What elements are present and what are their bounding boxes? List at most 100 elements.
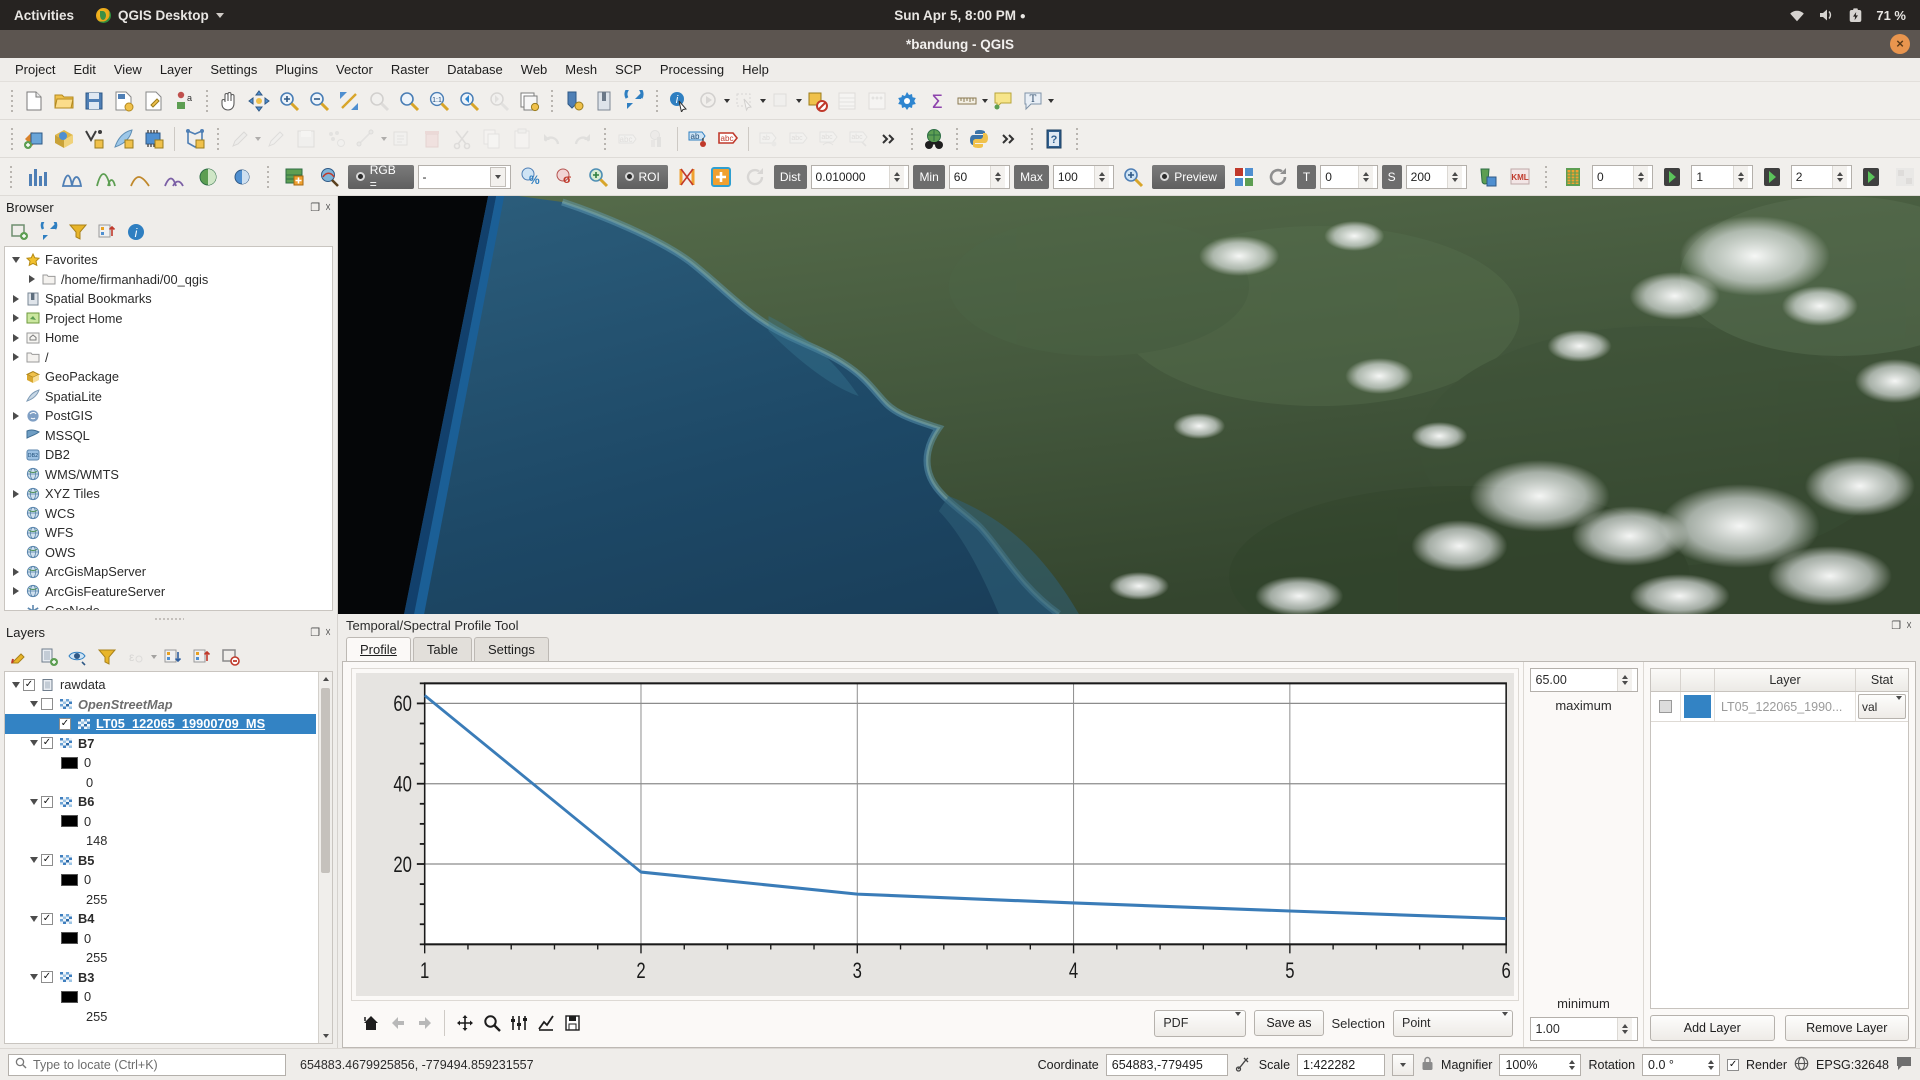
menu-item-raster[interactable]: Raster <box>382 60 438 79</box>
menu-item-vector[interactable]: Vector <box>327 60 382 79</box>
toolbar-overflow-icon[interactable] <box>994 124 1024 154</box>
select-value-icon[interactable] <box>802 86 832 116</box>
histogram-stretch-2-icon[interactable] <box>57 162 87 192</box>
expander-expand-icon[interactable] <box>9 353 23 362</box>
layer-item-b5[interactable]: ✓ B5 <box>5 851 316 871</box>
expander-expand-icon[interactable] <box>9 567 23 576</box>
style-manager-icon[interactable]: a <box>169 86 199 116</box>
expander-collapse-icon[interactable] <box>27 740 41 747</box>
browser-item-geopackage[interactable]: GeoPackage <box>5 367 332 387</box>
expander-expand-icon[interactable] <box>9 411 23 420</box>
browser-item-wcs[interactable]: WCS <box>5 504 332 524</box>
configure-subplots-icon[interactable] <box>505 1010 532 1036</box>
scp-reload-icon[interactable] <box>1263 162 1293 192</box>
layers-tree[interactable]: ✓ rawdata OpenStreetMap ✓ LT05_122065_199007… <box>4 671 333 1044</box>
scp-zoom-roi-icon[interactable] <box>583 162 613 192</box>
max-spinbox[interactable]: 100 <box>1052 164 1115 189</box>
tab-settings[interactable]: Settings <box>473 637 549 661</box>
crs-globe-icon[interactable] <box>1794 1056 1809 1074</box>
run-feature-action-icon[interactable] <box>694 86 724 116</box>
scp-spectral-signature-icon[interactable] <box>314 162 344 192</box>
transparency-spinbox[interactable]: 0 <box>1320 164 1378 189</box>
lock-icon[interactable] <box>1421 1056 1434 1074</box>
band-next-1-icon[interactable] <box>1657 162 1687 192</box>
browser-item-spatialite[interactable]: SpatiaLite <box>5 387 332 407</box>
menu-item-processing[interactable]: Processing <box>651 60 733 79</box>
toolbar-handle[interactable] <box>1027 125 1036 152</box>
layer-visibility-checkbox[interactable]: ✓ <box>41 854 53 867</box>
chevron-down-icon[interactable] <box>1488 1012 1508 1030</box>
layer-visibility-checkbox[interactable]: ✓ <box>41 795 53 808</box>
scp-band-grid-icon[interactable] <box>1558 162 1588 192</box>
close-icon[interactable]: ☓ <box>1906 619 1912 632</box>
scrollbar-thumb[interactable] <box>321 688 330 873</box>
layer-item-rawdata[interactable]: ✓ rawdata <box>5 675 316 695</box>
toolbar-handle[interactable] <box>907 125 916 152</box>
band-spinbox-1[interactable]: 0 <box>1591 164 1654 189</box>
expander-collapse-icon[interactable] <box>9 681 23 688</box>
zoom-rect-icon[interactable] <box>478 1010 505 1036</box>
map-canvas[interactable] <box>338 196 1920 614</box>
zoom-to-selection-icon[interactable] <box>364 86 394 116</box>
edit-pencil-icon[interactable] <box>261 124 291 154</box>
layer-visibility-checkbox[interactable]: ✓ <box>41 912 53 925</box>
toggle-editing-icon[interactable] <box>225 124 255 154</box>
expander-expand-icon[interactable] <box>25 275 39 284</box>
browser-item-spatial-bookmarks[interactable]: Spatial Bookmarks <box>5 289 332 309</box>
scale-field[interactable]: 1:422282 <box>1297 1053 1386 1076</box>
add-raster-layer-icon[interactable] <box>49 124 79 154</box>
map-tips-icon[interactable] <box>559 86 589 116</box>
browser-item-home[interactable]: Home <box>5 328 332 348</box>
browser-item-home-firmanhadi-00-qgis[interactable]: /home/firmanhadi/00_qgis <box>5 270 332 290</box>
layer-item-0[interactable]: 0 <box>5 987 316 1007</box>
menu-item-plugins[interactable]: Plugins <box>266 60 327 79</box>
refresh-icon[interactable] <box>619 86 649 116</box>
save-as-button[interactable]: Save as <box>1254 1010 1324 1036</box>
layer-visibility-checkbox[interactable]: ✓ <box>59 717 71 730</box>
browser-item-project-home[interactable]: Project Home <box>5 309 332 329</box>
layer-item-0[interactable]: 0 <box>5 753 316 773</box>
zoom-last-icon[interactable] <box>454 86 484 116</box>
export-format-combo[interactable]: PDF <box>1154 1009 1247 1037</box>
browser-item-mssql[interactable]: MSSQL <box>5 426 332 446</box>
show-hide-labels-icon[interactable]: abc <box>814 124 844 154</box>
menu-item-edit[interactable]: Edit <box>64 60 104 79</box>
layer-item-148[interactable]: 148 <box>5 831 316 851</box>
toolbar-handle[interactable] <box>213 125 222 152</box>
spinner-arrows[interactable] <box>1616 1018 1632 1040</box>
close-icon[interactable]: × <box>1890 34 1910 54</box>
spinner-arrows[interactable] <box>1357 165 1373 188</box>
collapse-all-icon[interactable] <box>188 645 215 670</box>
scp-percent-icon[interactable]: % <box>515 162 545 192</box>
row-stat-cell[interactable]: val <box>1856 692 1908 721</box>
python-console-icon[interactable] <box>964 124 994 154</box>
zoom-out-icon[interactable] <box>304 86 334 116</box>
save-layer-edits-icon[interactable] <box>291 124 321 154</box>
new-map-view-icon[interactable] <box>514 86 544 116</box>
add-selected-layers-icon[interactable] <box>6 220 33 245</box>
new-project-icon[interactable] <box>19 86 49 116</box>
spinner-arrows[interactable] <box>1447 165 1463 188</box>
layer-item-255[interactable]: 255 <box>5 1007 316 1027</box>
layer-diagram-icon[interactable] <box>642 124 672 154</box>
layer-visibility-checkbox[interactable]: ✓ <box>41 737 53 750</box>
modify-attributes-icon[interactable] <box>387 124 417 154</box>
expander-expand-icon[interactable] <box>9 314 23 323</box>
histogram-stretch-4-icon[interactable] <box>125 162 155 192</box>
info-icon[interactable]: i <box>122 220 149 245</box>
toolbar-handle[interactable] <box>547 87 556 114</box>
toolbar-handle[interactable] <box>202 87 211 114</box>
toolbar-overflow-icon[interactable] <box>874 124 904 154</box>
layer-item-b3[interactable]: ✓ B3 <box>5 968 316 988</box>
measure-line-icon[interactable] <box>952 86 982 116</box>
messages-icon[interactable] <box>1896 1056 1912 1074</box>
layer-item-255[interactable]: 255 <box>5 948 316 968</box>
band-spinbox-3[interactable]: 2 <box>1790 164 1853 189</box>
row-checkbox-cell[interactable] <box>1651 692 1681 721</box>
browser-item-favorites[interactable]: Favorites <box>5 250 332 270</box>
toolbar-handle[interactable] <box>7 87 16 114</box>
menu-item-layer[interactable]: Layer <box>151 60 202 79</box>
add-feature-icon[interactable] <box>321 124 351 154</box>
expander-collapse-icon[interactable] <box>9 256 23 263</box>
layer-item-0[interactable]: 0 <box>5 929 316 949</box>
